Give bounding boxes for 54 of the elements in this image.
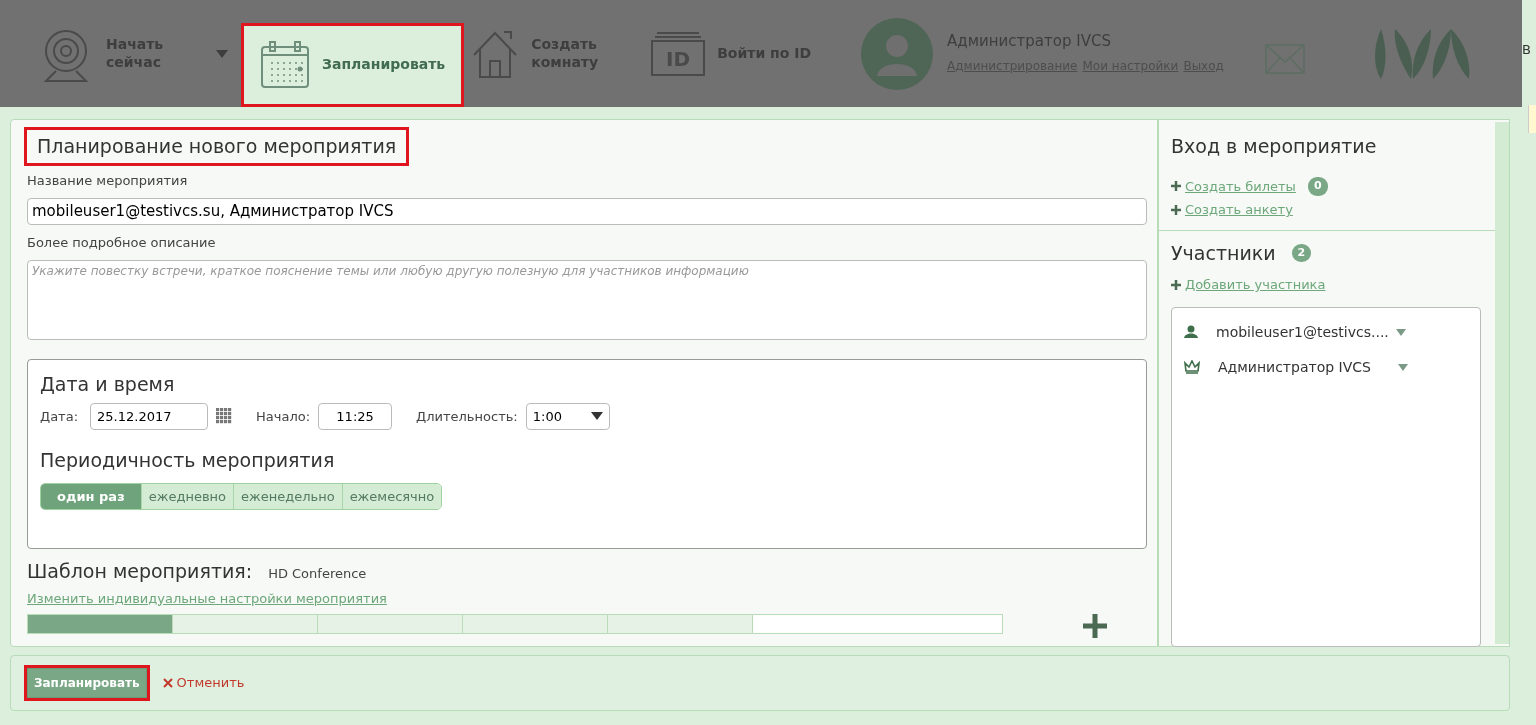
section-title: Периодичность мероприятия	[40, 448, 336, 473]
submit-button[interactable]: Запланировать	[27, 668, 147, 698]
caret-icon	[1396, 328, 1406, 336]
caret-icon	[1398, 363, 1408, 371]
date-input[interactable]: 25.12.2017	[90, 402, 209, 430]
periodicity-option[interactable]: ежедневно	[140, 483, 233, 509]
periodicity-option[interactable]: один раз	[41, 483, 141, 509]
duration-select[interactable]: 1:00	[525, 402, 610, 430]
section-title: Участники	[1171, 240, 1276, 266]
template-tab[interactable]	[608, 614, 753, 633]
plus-icon	[1171, 204, 1181, 215]
field-label: Более подробное описание	[27, 233, 217, 252]
time-input[interactable]: 11:25	[318, 402, 393, 430]
periodicity-option[interactable]: еженедельно	[233, 483, 342, 509]
settings-link[interactable]: Изменить индивидуальные настройки мероприятия	[27, 590, 387, 606]
participant-name: mobileuser1@testivcs....	[1216, 322, 1386, 342]
avatar-icon	[861, 17, 934, 90]
section-title: Вход в мероприятие	[1171, 134, 1378, 159]
name-input[interactable]: mobileuser1@testivcs.su, Администратор IVCS	[27, 198, 1147, 225]
action-link[interactable]: Создать билеты	[1185, 176, 1296, 196]
scrollbar[interactable]	[1495, 122, 1509, 644]
form-title: Планирование нового мероприятия	[27, 130, 407, 163]
count-badge: 2	[1291, 243, 1312, 262]
participant-name: Администратор IVCS	[1218, 357, 1372, 377]
close-icon	[162, 678, 173, 688]
template-tab[interactable]	[463, 614, 608, 633]
plus-icon	[1083, 613, 1107, 638]
template-tab[interactable]	[318, 614, 463, 633]
template-tab[interactable]	[28, 614, 173, 633]
calendar-icon	[260, 41, 310, 89]
description-field[interactable]: Укажите повестку встречи, краткое пояснение темы или любую другую полезную для участников информацию	[27, 260, 1147, 340]
caret-icon	[590, 412, 603, 421]
house-icon	[471, 28, 520, 79]
person-icon	[1184, 325, 1198, 339]
action-link[interactable]: Создать анкету	[1185, 200, 1293, 220]
plus-icon	[1171, 279, 1181, 290]
crown-icon	[1184, 360, 1200, 374]
periodicity-option[interactable]: ежемесячно	[341, 483, 442, 509]
count-badge: 0	[1307, 177, 1328, 196]
template-tab[interactable]	[173, 614, 318, 633]
nav-tab[interactable]: Запланировать	[244, 26, 462, 104]
field-label: Начало:	[256, 407, 311, 426]
cancel-button[interactable]: Отменить	[156, 672, 251, 694]
field-label: Дата:	[40, 407, 79, 426]
edge-text: В	[1522, 41, 1532, 59]
tooltip-edge	[1528, 105, 1536, 133]
section-title: Дата и время	[40, 372, 176, 397]
field-label: Название мероприятия	[27, 171, 189, 190]
plus-icon	[1171, 181, 1181, 192]
field-label: Длительность:	[416, 407, 518, 426]
action-link[interactable]: Добавить участника	[1185, 275, 1326, 295]
calendar-icon	[216, 408, 233, 425]
template-value: HD Conference	[268, 565, 367, 583]
template-label: Шаблон мероприятия:	[27, 559, 253, 584]
